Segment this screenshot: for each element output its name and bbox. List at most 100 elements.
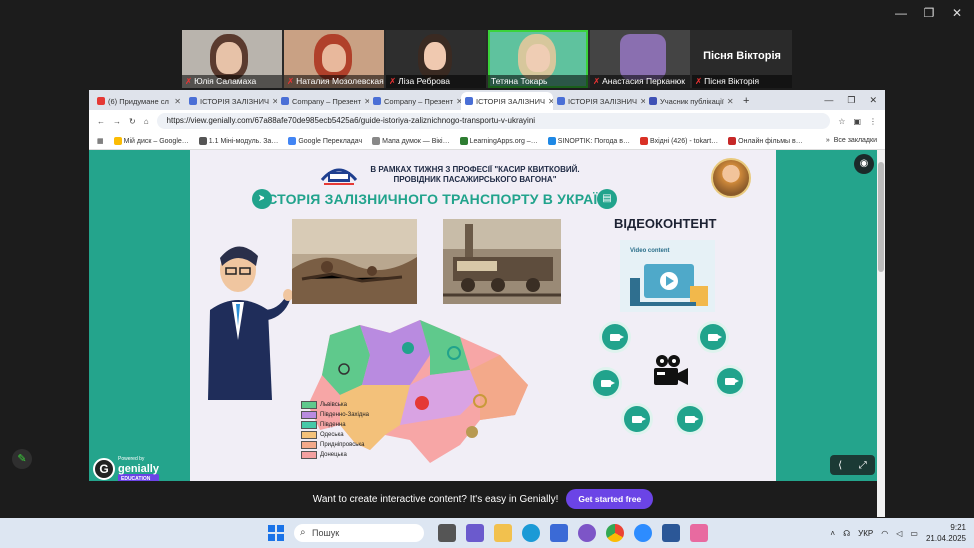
sinoptik-icon bbox=[547, 136, 556, 145]
translate-icon bbox=[288, 136, 297, 145]
minimize-icon[interactable]: — bbox=[824, 95, 833, 106]
genially-badge[interactable]: G Powered by genially EDUCATION bbox=[93, 454, 159, 484]
close-icon[interactable]: ✕ bbox=[869, 95, 877, 106]
volume-icon[interactable]: ◁ bbox=[896, 529, 902, 538]
bookmark[interactable]: 1.1 Міні-модуль. За… bbox=[198, 136, 278, 145]
snipping-icon[interactable] bbox=[690, 524, 708, 542]
share-icon[interactable]: ⟨ bbox=[838, 460, 842, 471]
legend-swatch bbox=[301, 411, 317, 419]
apps-icon[interactable]: ▦ bbox=[97, 137, 104, 145]
globe-icon bbox=[198, 136, 207, 145]
chat-icon[interactable] bbox=[466, 524, 484, 542]
participant-face bbox=[322, 44, 346, 72]
reload-icon[interactable]: ↻ bbox=[129, 117, 136, 126]
ukrzaliznytsia-logo bbox=[320, 168, 358, 185]
language-indicator[interactable]: УКР bbox=[858, 529, 873, 538]
page-scrollbar[interactable] bbox=[877, 150, 885, 517]
video-button[interactable] bbox=[700, 324, 726, 350]
video-button[interactable] bbox=[677, 406, 703, 432]
participant-video bbox=[620, 34, 666, 80]
participant-name: ✗ Анастасия Перканюк bbox=[590, 75, 690, 88]
task-view-icon[interactable] bbox=[438, 524, 456, 542]
new-tab-icon[interactable]: + bbox=[737, 95, 755, 107]
video-button[interactable] bbox=[717, 368, 743, 394]
viber-icon[interactable] bbox=[578, 524, 596, 542]
participant-tile[interactable]: ✗ Анастасия Перканюк bbox=[590, 30, 690, 88]
chrome-icon[interactable] bbox=[606, 524, 624, 542]
video-camera-icon bbox=[725, 377, 739, 385]
forward-icon[interactable]: → bbox=[113, 117, 121, 126]
tab[interactable]: ІСТОРІЯ ЗАЛІЗНИЧ ✕ bbox=[185, 92, 277, 110]
tab-active[interactable]: ІСТОРІЯ ЗАЛІЗНИЧ ✕ bbox=[461, 92, 553, 110]
video-button[interactable] bbox=[624, 406, 650, 432]
legend-item: Одеська bbox=[301, 430, 369, 440]
eye-icon[interactable]: ◉ bbox=[854, 154, 874, 174]
bookmark[interactable]: SINOPTIK: Погода в… bbox=[547, 136, 630, 145]
tab-bar: (6) Придумане сл ✕ ІСТОРІЯ ЗАЛІЗНИЧ ✕ Comp… bbox=[89, 90, 885, 110]
windows-start-icon[interactable] bbox=[268, 525, 284, 541]
tab-close-icon[interactable]: ✕ bbox=[727, 97, 734, 106]
slide-toolbar: ⟨ ⤢ bbox=[830, 455, 875, 475]
file-explorer-icon[interactable] bbox=[494, 524, 512, 542]
document-icon[interactable]: ▤ bbox=[597, 189, 617, 209]
tab-label: Company – Презент bbox=[292, 96, 362, 106]
bookmark[interactable]: Вхідні (426) - tokart… bbox=[639, 136, 718, 145]
tab-close-icon[interactable]: ✕ bbox=[174, 97, 181, 106]
participant-strip: ✗ Юлія Саламаха ✗ Наталия Мозолевская ✗ Ліз… bbox=[182, 30, 792, 88]
store-icon[interactable] bbox=[550, 524, 568, 542]
tab[interactable]: Учасник публікації ✕ bbox=[645, 92, 737, 110]
participant-tile[interactable]: ✗ Ліза Реброва bbox=[386, 30, 486, 88]
tab[interactable]: Company – Презент ✕ bbox=[277, 92, 369, 110]
get-started-button[interactable]: Get started free bbox=[566, 489, 654, 509]
mic-muted-icon: ✗ bbox=[185, 76, 193, 86]
participant-face bbox=[216, 42, 242, 74]
taskbar: Пошук ˄ ☊ УКР ◠ ◁ ▭ 9:21 21.04.2025 bbox=[0, 518, 974, 548]
zoom-icon[interactable] bbox=[634, 524, 652, 542]
bookmark[interactable]: LearningApps.org –… bbox=[459, 136, 538, 145]
taskbar-search[interactable]: Пошук bbox=[294, 524, 424, 542]
restore-icon[interactable]: ❐ bbox=[847, 95, 855, 106]
bookmark[interactable]: Мій диск – Google… bbox=[113, 136, 189, 145]
legend-swatch bbox=[301, 421, 317, 429]
wifi-icon[interactable]: ◠ bbox=[881, 529, 888, 538]
home-icon[interactable]: ⌂ bbox=[144, 117, 149, 126]
fullscreen-icon[interactable]: ⤢ bbox=[859, 460, 867, 471]
bookmark[interactable]: Google Перекладач bbox=[288, 136, 362, 145]
url-input[interactable]: https://view.genially.com/67a88afe70de98… bbox=[156, 113, 831, 129]
headset-icon[interactable]: ☊ bbox=[843, 529, 850, 538]
video-player-icon bbox=[630, 264, 708, 306]
participant-tile[interactable]: ✗ Наталия Мозолевская bbox=[284, 30, 384, 88]
bookmark[interactable]: Онлайн фільмы в… bbox=[728, 136, 803, 145]
annotate-icon[interactable]: ✎ bbox=[12, 449, 32, 469]
clock[interactable]: 9:21 21.04.2025 bbox=[926, 522, 966, 544]
video-button[interactable] bbox=[593, 370, 619, 396]
bookmarks-all[interactable]: » Все закладки bbox=[826, 137, 877, 144]
word-icon[interactable] bbox=[662, 524, 680, 542]
participant-tile-active[interactable]: Тетяна Токарь bbox=[488, 30, 588, 88]
tab[interactable]: (6) Придумане сл ✕ bbox=[93, 92, 185, 110]
star-icon[interactable]: ☆ bbox=[838, 117, 845, 126]
restore-icon[interactable]: ❐ bbox=[918, 4, 940, 22]
participant-tile[interactable]: ✗ Юлія Саламаха bbox=[182, 30, 282, 88]
back-icon[interactable]: ← bbox=[97, 117, 105, 126]
map-legend: Львівська Південно-Західна Південна Одес… bbox=[301, 400, 369, 460]
chevron-up-icon[interactable]: ˄ bbox=[830, 529, 835, 538]
tab[interactable]: ІСТОРІЯ ЗАЛІЗНИЧ ✕ bbox=[553, 92, 645, 110]
participant-name: ✗ Наталия Мозолевская bbox=[284, 75, 384, 88]
close-icon[interactable]: ✕ bbox=[946, 4, 968, 22]
battery-icon[interactable]: ▭ bbox=[910, 529, 918, 538]
menu-icon[interactable]: ⋮ bbox=[869, 117, 877, 126]
tab[interactable]: Company – Презент ✕ bbox=[369, 92, 461, 110]
extensions-icon[interactable]: ▣ bbox=[853, 117, 861, 126]
scrollbar-thumb[interactable] bbox=[878, 162, 884, 272]
legend-item: Донецька bbox=[301, 450, 369, 460]
slide: В РАМКАХ ТИЖНЯ З ПРОФЕСІЇ "КАСИР КВИТКОВ… bbox=[190, 150, 776, 481]
video-content-card[interactable]: Video content bbox=[620, 240, 715, 312]
bookmark[interactable]: Мапа думок — Вікі… bbox=[372, 136, 450, 145]
edge-icon[interactable] bbox=[522, 524, 540, 542]
minimize-icon[interactable]: — bbox=[890, 4, 912, 22]
legend-item: Придніпровська bbox=[301, 440, 369, 450]
video-button[interactable] bbox=[602, 324, 628, 350]
mic-muted-icon: ✗ bbox=[593, 76, 601, 86]
participant-tile[interactable]: Пісня Вікторія ✗ Пісня Вікторія bbox=[692, 30, 792, 88]
